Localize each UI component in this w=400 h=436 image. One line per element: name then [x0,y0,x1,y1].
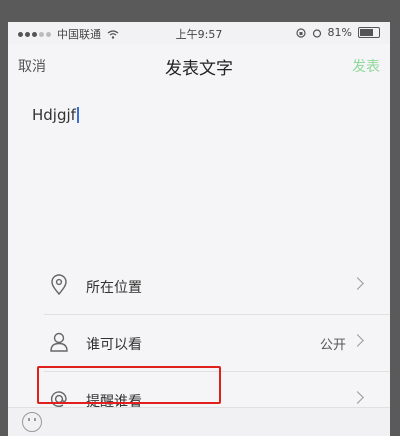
publish-button[interactable]: 发表 [352,56,380,76]
page-title: 发表文字 [165,59,233,79]
battery-percent: 81% [327,26,352,39]
chevron-right-icon [351,391,364,404]
location-pin-icon [51,274,67,296]
visibility-label: 谁可以看 [86,337,142,353]
chevron-right-icon [351,334,364,347]
rotation-lock-icon [295,27,306,38]
compose-text-area[interactable]: Hdjgjf [32,106,366,246]
battery-icon [358,27,380,38]
location-row[interactable]: 所在位置 [44,258,390,315]
location-label: 所在位置 [86,280,142,296]
visibility-row[interactable]: 谁可以看 公开 [44,315,390,372]
person-icon [50,332,68,352]
chevron-right-icon [351,277,364,290]
status-right: 81% [295,26,380,39]
compose-text: Hdjgjf [32,106,76,124]
alarm-icon [312,28,321,38]
phone-screen: 中国联通 上午9:57 81% 取消 发表文字 发表 Hdjgjf 所在位置 谁… [8,22,390,436]
highlight-box [37,366,221,404]
emoji-icon[interactable] [22,412,42,432]
nav-bar: 取消 发表文字 发表 [8,44,390,88]
visibility-value: 公开 [319,338,346,353]
input-toolbar [8,407,390,436]
text-caret [76,107,79,123]
status-bar: 中国联通 上午9:57 81% [8,22,390,44]
